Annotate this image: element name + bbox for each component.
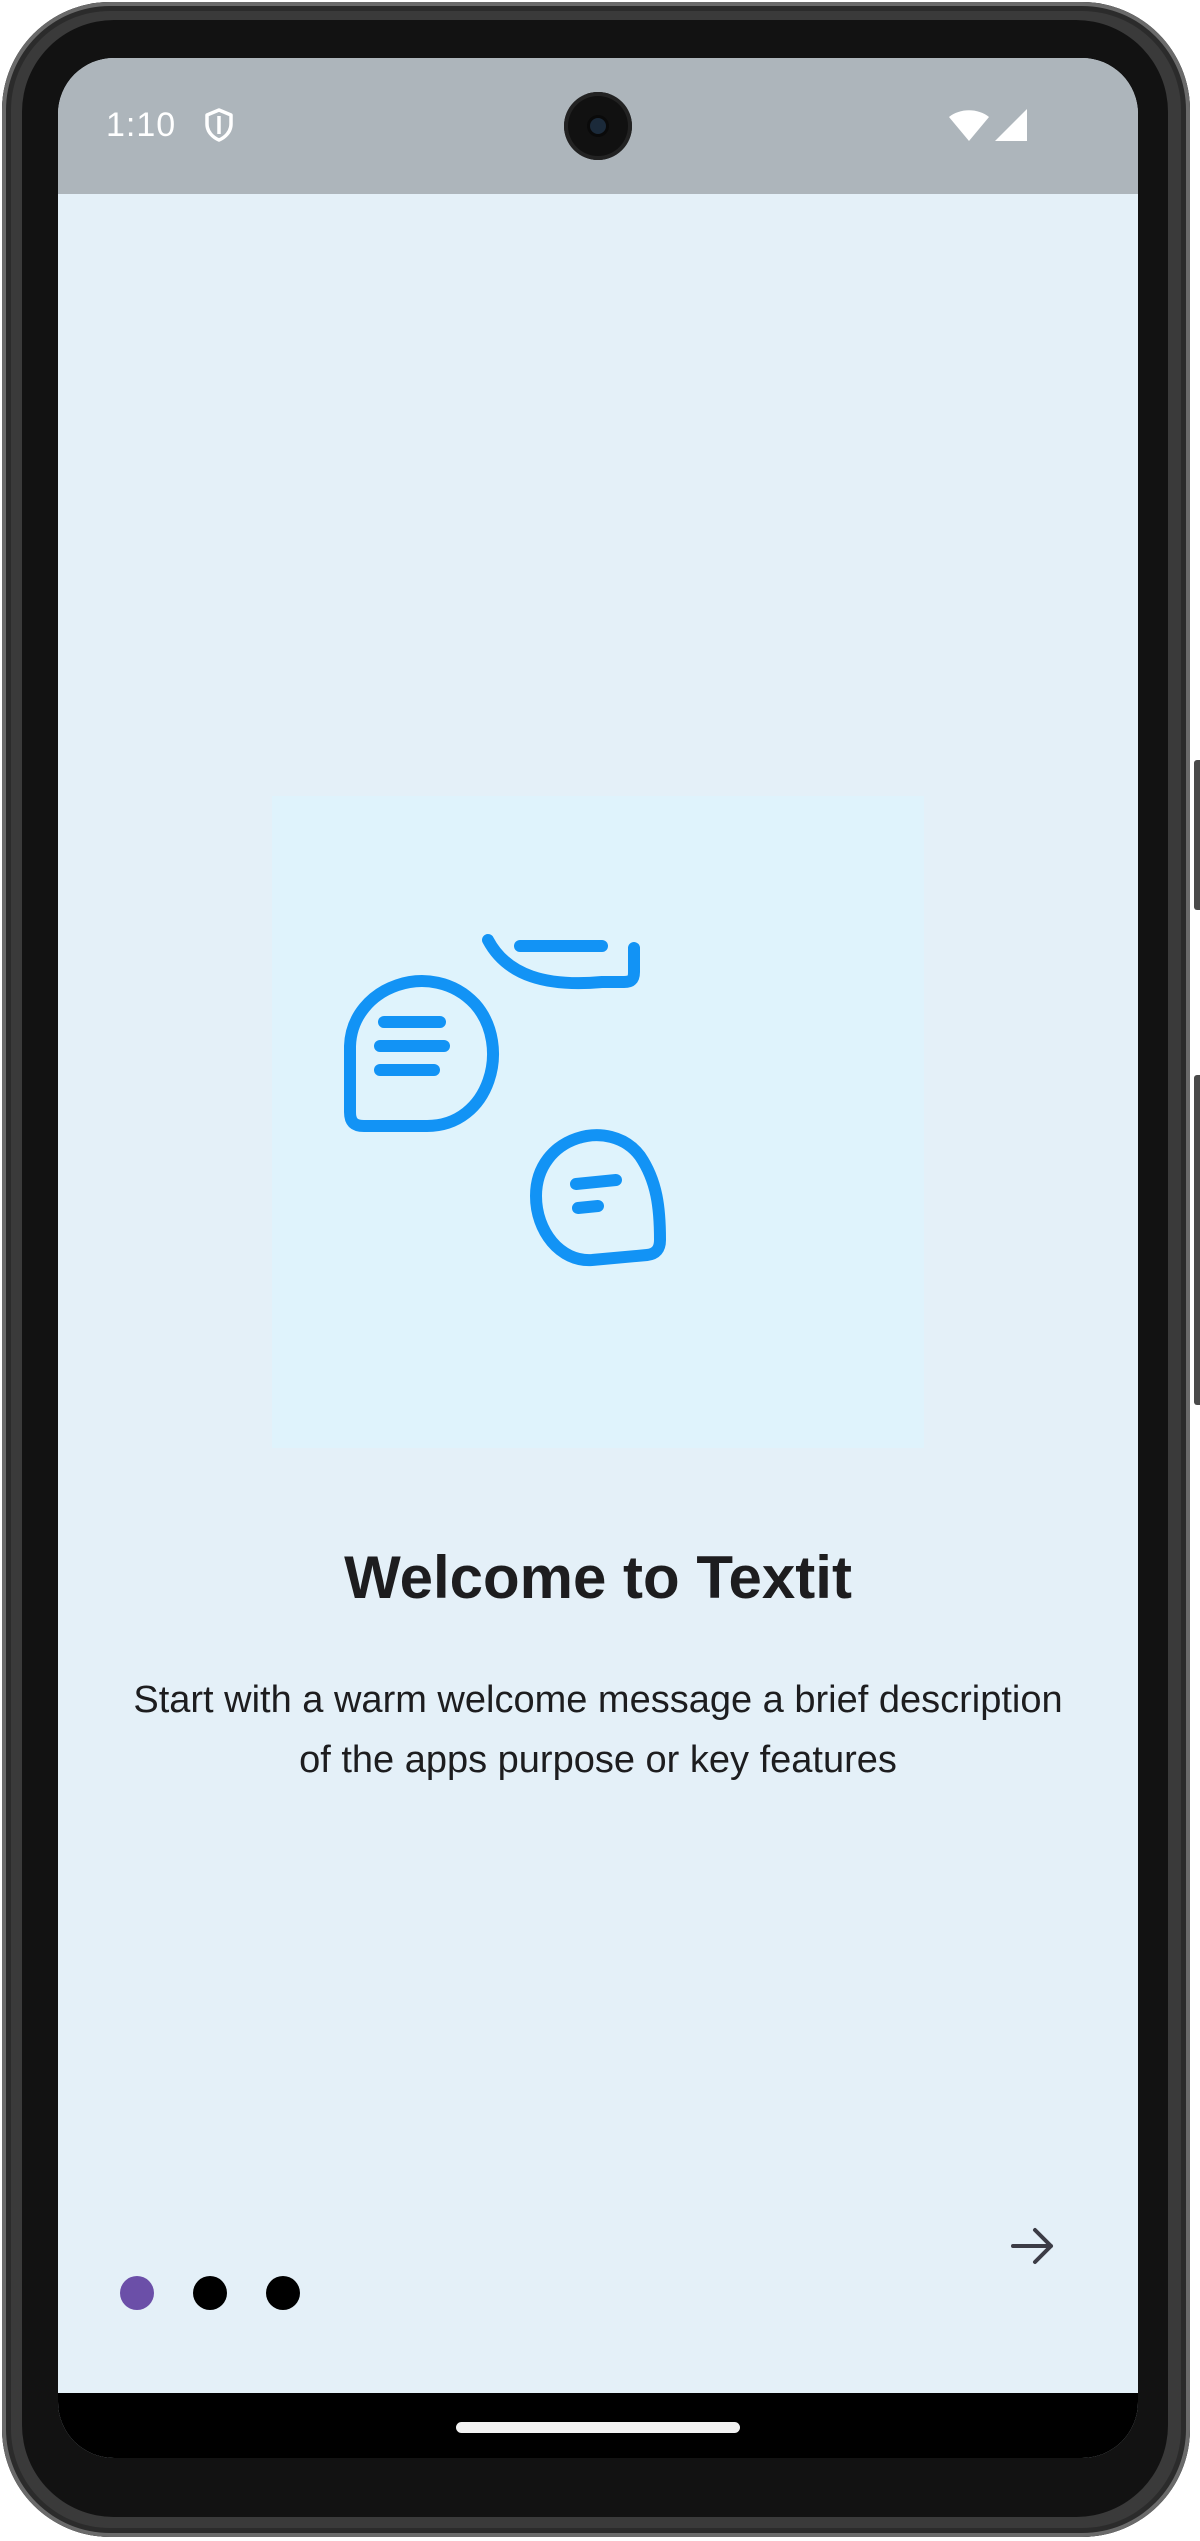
power-button xyxy=(1194,760,1200,910)
screen: 1:10 Welcome to Textit Start with a warm… xyxy=(58,58,1138,2458)
page-dot-1-active[interactable] xyxy=(120,2276,154,2310)
cellular-signal-icon xyxy=(994,108,1028,147)
chat-bubbles-illustration xyxy=(272,796,924,1448)
status-time: 1:10 xyxy=(106,106,177,144)
front-camera xyxy=(564,92,632,160)
next-button[interactable] xyxy=(993,2208,1073,2288)
phone-device: 1:10 Welcome to Textit Start with a warm… xyxy=(0,0,1200,2541)
onboarding-description: Start with a warm welcome message a brie… xyxy=(133,1679,1063,1781)
wifi-icon xyxy=(948,108,990,147)
onboarding-title: Welcome to Textit xyxy=(344,1544,852,1611)
status-bar: 1:10 xyxy=(58,58,1138,194)
shield-icon xyxy=(204,108,234,147)
page-dot-2[interactable] xyxy=(193,2276,227,2310)
page-dot-3[interactable] xyxy=(266,2276,300,2310)
volume-button xyxy=(1194,1075,1200,1405)
arrow-right-icon xyxy=(1009,2226,1057,2271)
home-indicator[interactable] xyxy=(456,2422,740,2433)
